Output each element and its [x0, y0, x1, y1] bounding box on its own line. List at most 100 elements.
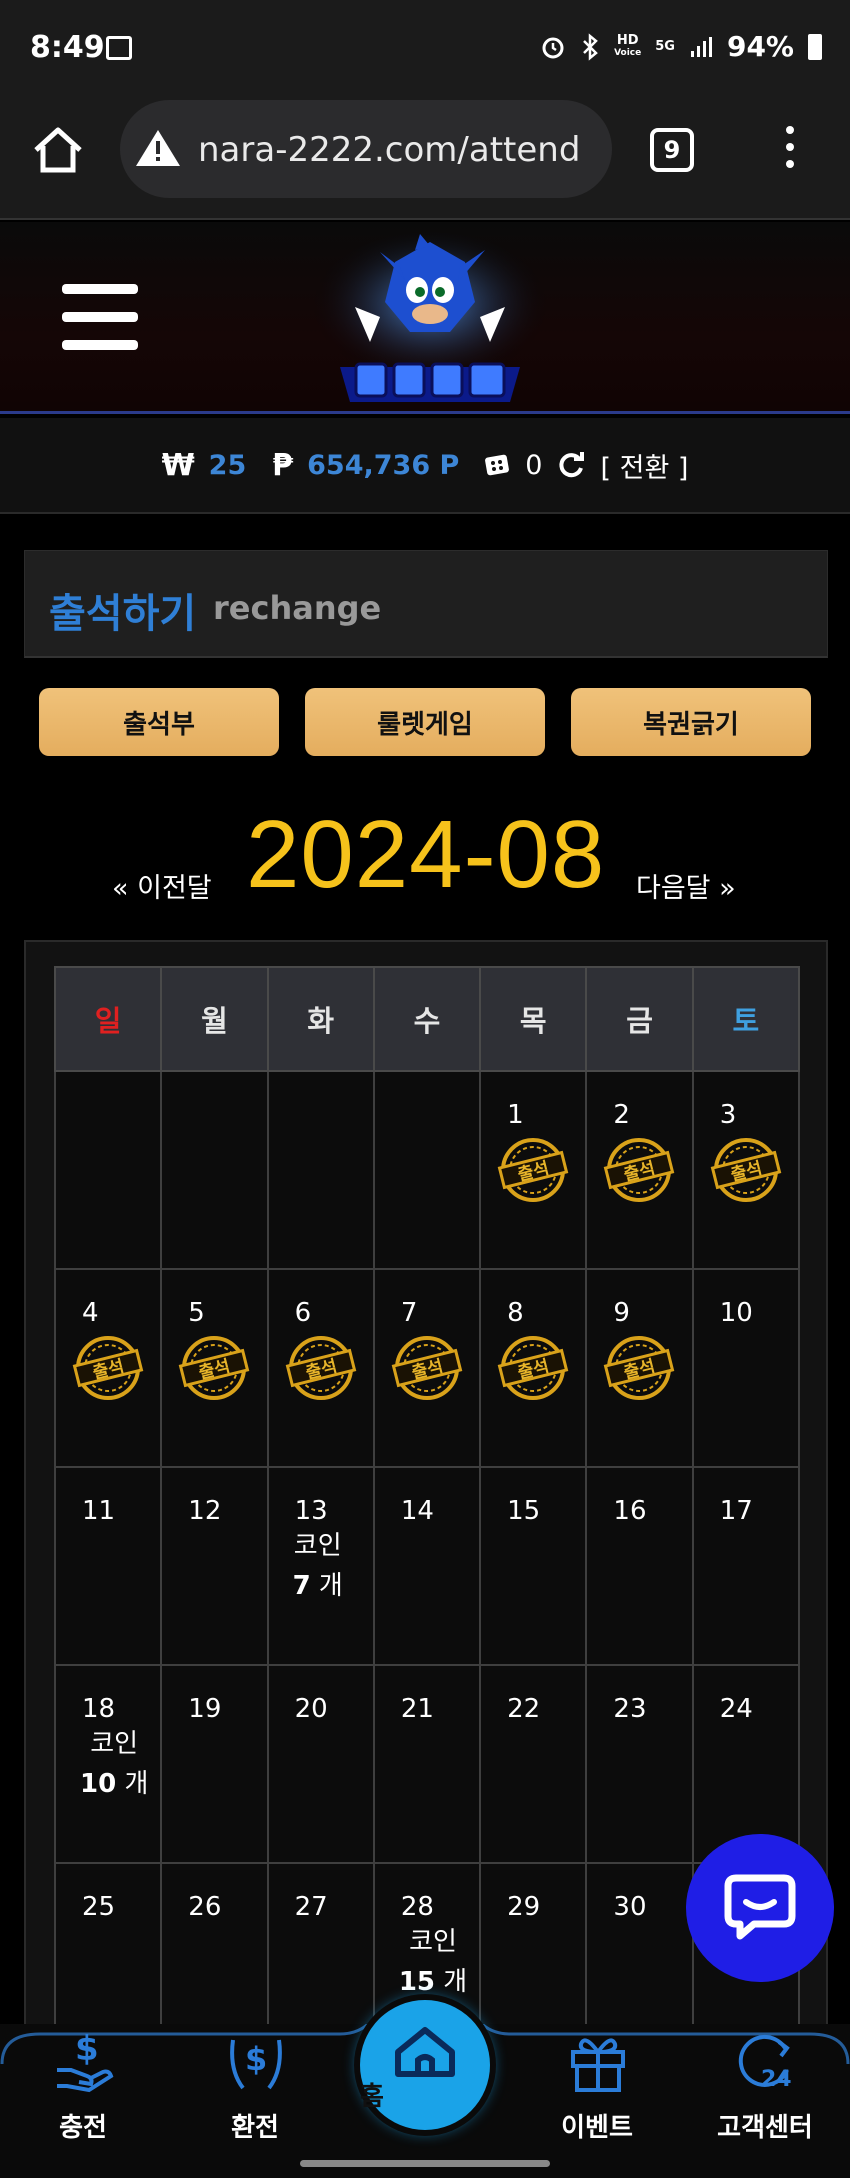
day-number: 7: [400, 1298, 418, 1328]
day-number: 5: [188, 1298, 205, 1328]
day-number: 26: [188, 1892, 222, 1922]
calendar-day-cell[interactable]: 10: [691, 1268, 801, 1468]
calendar-day-cell[interactable]: 23: [585, 1664, 694, 1864]
day-number: 23: [613, 1694, 647, 1724]
won-balance: 25: [208, 449, 247, 481]
coin-label: 코인: [409, 1927, 457, 1957]
calendar-day-cell[interactable]: 4 출석: [53, 1268, 163, 1468]
gallery-notification-icon: [106, 36, 132, 60]
next-month-link[interactable]: 다음달 »: [636, 866, 736, 905]
5g-icon: 5G: [655, 39, 675, 54]
attendance-stamp-icon: 출석: [497, 1138, 569, 1202]
day-number: 28: [400, 1892, 434, 1922]
day-number: 16: [613, 1496, 647, 1526]
day-number: 10: [719, 1298, 753, 1328]
calendar-day-cell[interactable]: 9 출석: [585, 1268, 694, 1468]
section-header: 출석하기 rechange: [24, 550, 828, 658]
weekday-wed: 수: [372, 966, 482, 1072]
live-chat-button[interactable]: [686, 1834, 834, 1982]
day-number: 18: [82, 1694, 116, 1724]
nav-deposit[interactable]: $ 충전: [18, 2028, 148, 2150]
coin-reward: 코인 15 개: [399, 1922, 467, 2002]
calendar-day-cell[interactable]: 21: [372, 1664, 482, 1864]
calendar-day-cell[interactable]: 11: [53, 1466, 163, 1666]
switch-button[interactable]: [ 전환 ]: [600, 446, 688, 485]
calendar-week-row: 4 출석 5 출석 6 출석 7 출석 8 출석 9 출석 10: [53, 1268, 801, 1468]
attendance-stamp-icon: 출석: [178, 1336, 250, 1400]
point-balance: 654,736 P: [307, 449, 460, 481]
won-icon: ₩: [161, 447, 195, 483]
system-gesture-bar: [0, 2150, 850, 2178]
day-number: 14: [400, 1496, 434, 1526]
calendar-day-cell[interactable]: 1 출석: [479, 1070, 588, 1270]
calendar-day-cell[interactable]: 19: [160, 1664, 269, 1864]
hamburger-menu-icon[interactable]: [62, 284, 138, 350]
nav-event[interactable]: 이벤트: [532, 2028, 662, 2150]
day-number: 27: [294, 1892, 328, 1922]
weekday-tue: 화: [266, 966, 375, 1072]
day-number: 22: [507, 1694, 541, 1724]
calendar-empty-cell: [372, 1070, 482, 1270]
tab-roulette[interactable]: 룰렛게임: [305, 688, 545, 756]
weekday-mon: 월: [160, 966, 269, 1072]
calendar-day-cell[interactable]: 20: [266, 1664, 375, 1864]
coin-label: 코인: [90, 1729, 139, 1759]
attendance-stamp-icon: 출석: [604, 1336, 675, 1400]
calendar-day-cell[interactable]: 17: [691, 1466, 801, 1666]
tab-switcher-button[interactable]: 9: [650, 128, 694, 172]
calendar-day-cell[interactable]: 2 출석: [585, 1070, 694, 1270]
calendar-day-cell[interactable]: 6 출석: [266, 1268, 375, 1468]
browser-home-icon[interactable]: [30, 122, 86, 178]
weekday-sun: 일: [53, 966, 163, 1072]
calendar-day-cell[interactable]: 15: [479, 1466, 588, 1666]
day-number: 11: [82, 1496, 116, 1526]
coin-reward: 코인 7 개: [293, 1526, 343, 1606]
nav-withdraw[interactable]: $ 환전: [190, 2028, 320, 2150]
day-number: 9: [613, 1298, 630, 1328]
day-number: 4: [82, 1298, 99, 1328]
calendar-day-cell[interactable]: 7 출석: [372, 1268, 482, 1468]
calendar-day-cell[interactable]: 14: [372, 1466, 482, 1666]
prev-month-link[interactable]: « 이전달: [112, 866, 212, 905]
calendar-empty-cell: [266, 1070, 375, 1270]
calendar-day-cell[interactable]: 13 코인 7 개: [266, 1466, 375, 1666]
month-title: 2024-08: [246, 801, 606, 908]
url-text[interactable]: nara-2222.com/attend: [198, 130, 598, 170]
nav-support[interactable]: 24 고객센터: [700, 2028, 830, 2150]
sonic-casino-logo[interactable]: [300, 232, 560, 412]
attendance-stamp-icon: 출석: [497, 1336, 569, 1400]
calendar-day-cell[interactable]: 12: [160, 1466, 269, 1666]
url-bar[interactable]: nara-2222.com/attend: [120, 100, 612, 198]
point-icon: ₱: [272, 447, 294, 483]
tab-attendance[interactable]: 출석부: [39, 688, 279, 756]
calendar-day-cell[interactable]: 3 출석: [691, 1070, 801, 1270]
calendar-day-cell[interactable]: 24: [691, 1664, 801, 1864]
browser-menu-icon[interactable]: [778, 126, 802, 176]
weekday-thu: 목: [479, 966, 588, 1072]
tab-scratch-lottery[interactable]: 복권긁기: [571, 688, 811, 756]
nav-home[interactable]: 홈: [360, 2000, 490, 2130]
attendance-stamp-icon: 출석: [285, 1336, 356, 1400]
day-number: 1: [507, 1100, 524, 1130]
calendar-empty-cell: [53, 1070, 163, 1270]
day-number: 2: [613, 1100, 630, 1130]
day-number: 15: [507, 1496, 541, 1526]
calendar-day-cell[interactable]: 8 출석: [479, 1268, 588, 1468]
refresh-icon[interactable]: [556, 450, 586, 480]
status-time: 8:49: [30, 30, 105, 65]
status-bar: 8:49 HD Voice 5G 94%: [0, 0, 850, 92]
signal-icon: [690, 36, 712, 57]
day-number: 30: [613, 1892, 647, 1922]
warning-icon[interactable]: [134, 128, 182, 168]
alarm-icon: [542, 37, 564, 58]
battery-percent: 94%: [726, 30, 794, 63]
calendar-day-cell[interactable]: 16: [585, 1466, 694, 1666]
weekday-fri: 금: [585, 966, 694, 1072]
chat-bubble-icon: [724, 1874, 796, 1940]
calendar-day-cell[interactable]: 22: [479, 1664, 588, 1864]
gift-icon: [571, 2038, 625, 2092]
coin-unit: 개: [124, 1769, 149, 1799]
svg-text:$: $: [245, 2040, 267, 2078]
calendar-day-cell[interactable]: 18 코인 10 개: [53, 1664, 163, 1864]
calendar-day-cell[interactable]: 5 출석: [160, 1268, 269, 1468]
